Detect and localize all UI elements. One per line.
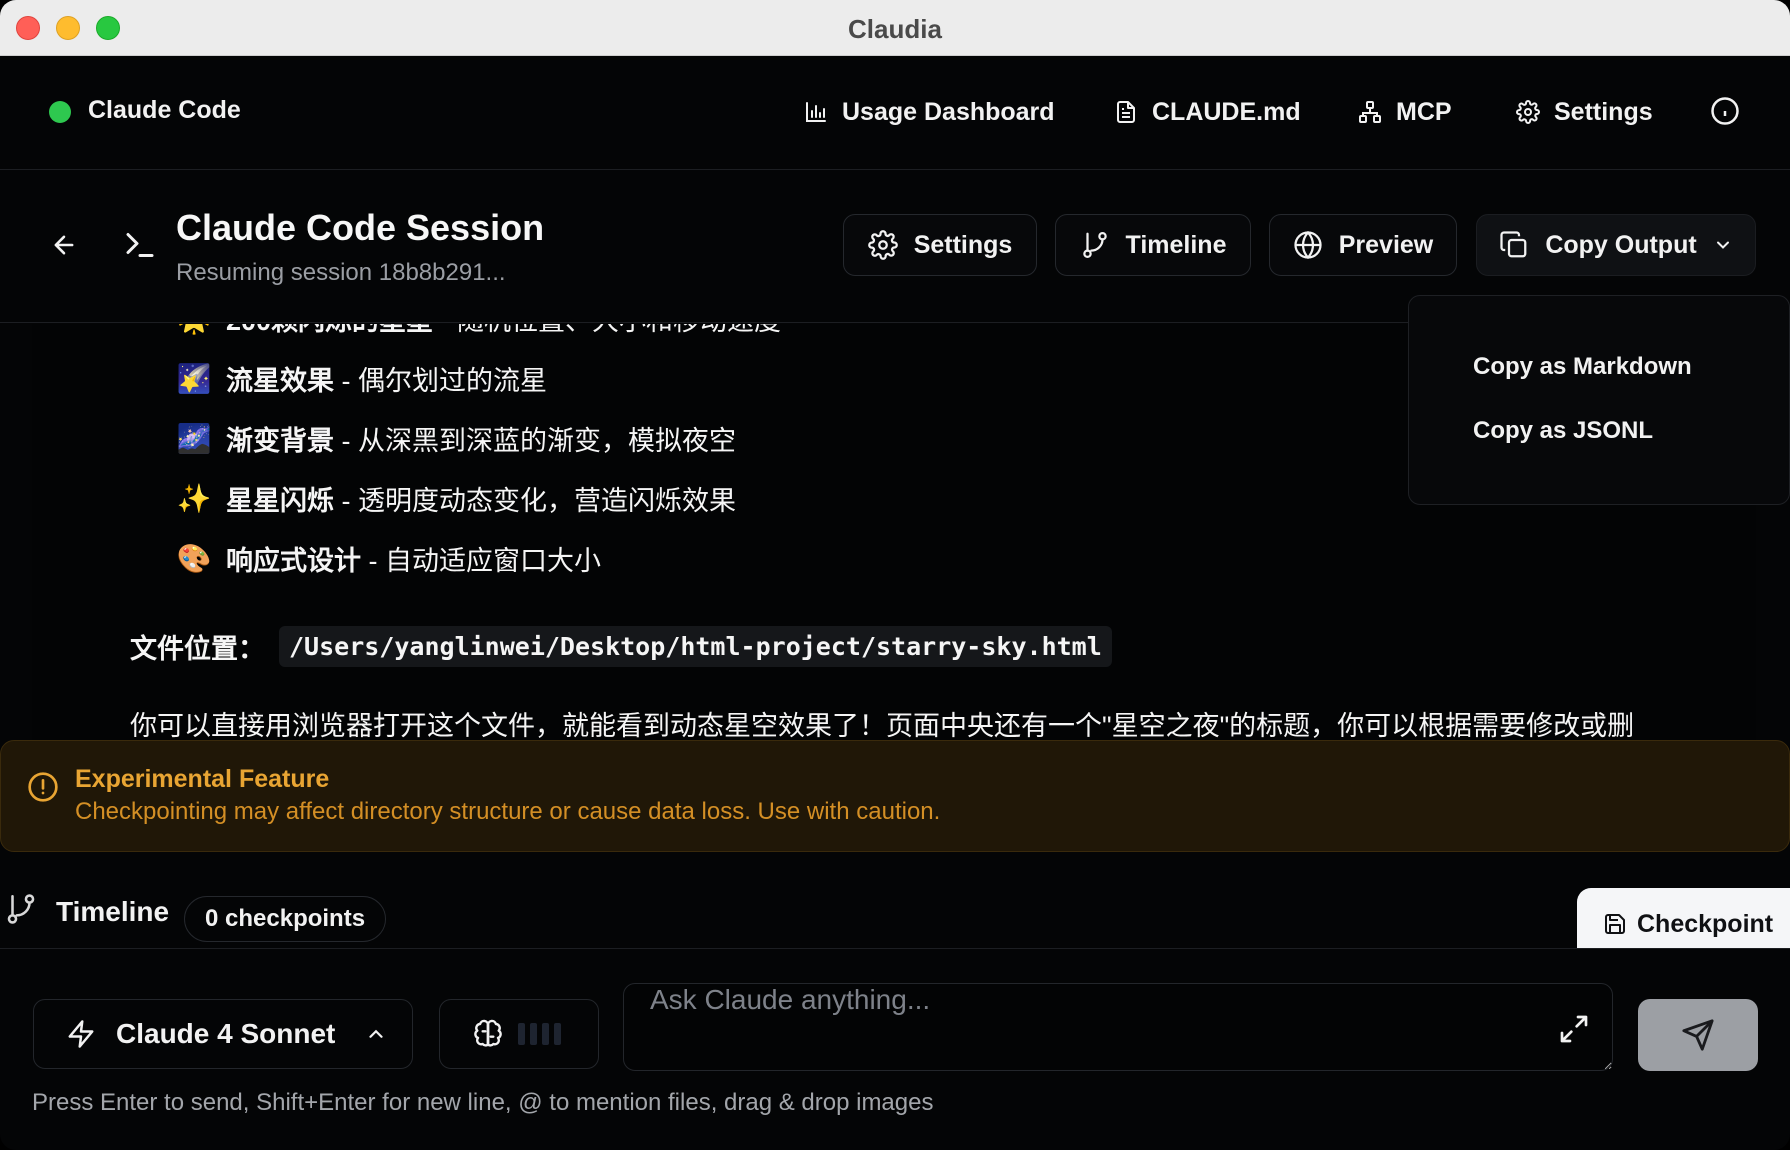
timeline-label: Timeline: [56, 896, 170, 927]
network-icon: [1359, 101, 1381, 123]
copy-as-jsonl-item[interactable]: Copy as JSONL: [1473, 417, 1653, 445]
preview-label: Preview: [1338, 230, 1434, 259]
session-settings-label: Settings: [913, 230, 1013, 259]
feature-title: 渐变背景: [226, 425, 334, 456]
feature-list: 🌟 200颗闪烁的星星 - 随机位置、大小和移动速度 🌠 流星效果 - 偶尔划过…: [176, 324, 782, 588]
bar-chart-icon: [806, 102, 826, 122]
claude-md-label: CLAUDE.md: [1152, 97, 1301, 126]
list-item: 🌟 200颗闪烁的星星 - 随机位置、大小和移动速度: [176, 324, 782, 348]
session-subtitle: Resuming session 18b8b291...: [176, 259, 506, 286]
model-selector[interactable]: Claude 4 Sonnet: [33, 999, 413, 1069]
window-title: Claudia: [848, 14, 942, 44]
send-icon: [1682, 1019, 1714, 1051]
thinking-level-bar: [518, 1023, 525, 1045]
feature-text: - 自动适应窗口大小: [361, 545, 602, 576]
maximize-icon[interactable]: [1558, 1013, 1590, 1045]
session-title: Claude Code Session: [176, 207, 545, 248]
list-item: 🌌 渐变背景 - 从深黑到深蓝的渐变，模拟夜空: [176, 408, 781, 468]
palette-icon: 🎨: [176, 542, 212, 574]
settings-nav-label: Settings: [1554, 97, 1653, 126]
zap-icon: [68, 1020, 94, 1048]
star-icon: 🌟: [176, 324, 212, 336]
app-name: Claude Code: [88, 96, 241, 124]
title-bar: Claudia: [0, 0, 1790, 56]
gear-icon: [867, 230, 898, 260]
thinking-level-bar: [554, 1023, 561, 1045]
thinking-mode-selector[interactable]: [439, 999, 599, 1069]
mcp-label: MCP: [1396, 97, 1452, 126]
feature-text: - 偶尔划过的流星: [334, 365, 548, 396]
git-branch-icon: [1082, 232, 1107, 258]
feature-text: - 从深黑到深蓝的渐变，模拟夜空: [334, 425, 737, 456]
timeline-toggle-button[interactable]: Timeline: [1055, 214, 1251, 276]
checkpoint-count-badge: 0 checkpoints: [184, 896, 387, 942]
galaxy-icon: 🌌: [176, 422, 212, 454]
brain-icon: [474, 1019, 502, 1047]
top-bar: Claude Code Usage Dashboard CLAUDE.md MC…: [0, 56, 1790, 170]
feature-text: - 透明度动态变化，营造闪烁效果: [334, 485, 737, 516]
gear-icon: [1516, 100, 1540, 124]
feature-title: 响应式设计: [226, 545, 361, 576]
feature-title: 200颗闪烁的星星: [226, 324, 433, 336]
warning-title: Experimental Feature: [75, 765, 330, 793]
warning-text: Checkpointing may affect directory struc…: [75, 798, 941, 825]
save-icon: [1605, 914, 1625, 934]
file-location-label: 文件位置：: [130, 634, 265, 664]
app-window: Claudia Claude Code Usage Dashboard CLAU…: [0, 0, 1790, 1150]
input-hint: Press Enter to send, Shift+Enter for new…: [32, 1089, 934, 1116]
copy-as-markdown-item[interactable]: Copy as Markdown: [1473, 353, 1692, 381]
thinking-level-bars: [518, 1023, 561, 1045]
timeline-toggle-label: Timeline: [1125, 230, 1227, 259]
copy-output-button[interactable]: Copy Output: [1476, 214, 1756, 276]
list-item: 🌠 流星效果 - 偶尔划过的流星: [176, 348, 781, 408]
mcp-button[interactable]: MCP: [1358, 92, 1452, 132]
copy-output-label: Copy Output: [1545, 230, 1697, 259]
message-paragraph: 你可以直接用浏览器打开这个文件，就能看到动态星空效果了！页面中央还有一个"星空之…: [130, 711, 1635, 740]
globe-icon: [1294, 230, 1322, 260]
file-text-icon: [1117, 101, 1135, 123]
chevron-down-icon: [1716, 241, 1729, 249]
feature-title: 流星效果: [226, 365, 334, 396]
git-branch-icon: [7, 894, 35, 924]
preview-button[interactable]: Preview: [1269, 214, 1457, 276]
alert-circle-icon: [28, 772, 58, 802]
thinking-level-bar: [530, 1023, 537, 1045]
file-path-code: /Users/yanglinwei/Desktop/html-project/s…: [279, 626, 1112, 667]
chevron-up-icon: [369, 1029, 383, 1038]
send-button[interactable]: [1638, 999, 1758, 1071]
copy-icon: [1500, 231, 1527, 258]
feature-title: 星星闪烁: [226, 485, 334, 516]
session-settings-button[interactable]: Settings: [843, 214, 1037, 276]
model-name: Claude 4 Sonnet: [116, 1018, 336, 1049]
list-item: 🎨 响应式设计 - 自动适应窗口大小: [176, 528, 781, 588]
usage-dashboard-label: Usage Dashboard: [842, 97, 1055, 126]
arrow-left-icon[interactable]: [50, 231, 78, 259]
prompt-input-area: Claude 4 Sonnet Press Enter to send, Shi…: [0, 948, 1790, 1150]
feature-text: - 随机位置、大小和移动速度: [433, 324, 782, 336]
timeline-header: Timeline 0 checkpoints Checkpoint: [0, 876, 1790, 960]
thinking-level-bar: [542, 1023, 549, 1045]
info-icon[interactable]: [1710, 96, 1740, 126]
list-item: ✨ 星星闪烁 - 透明度动态变化，营造闪烁效果: [176, 468, 781, 528]
terminal-icon: [126, 233, 154, 257]
sparkles-icon: ✨: [176, 482, 212, 514]
settings-nav-button[interactable]: Settings: [1516, 92, 1653, 132]
experimental-warning-banner: Experimental Feature Checkpointing may a…: [0, 740, 1790, 852]
copy-output-menu: Copy as Markdown Copy as JSONL: [1408, 295, 1790, 505]
file-location: 文件位置： /Users/yanglinwei/Desktop/html-pro…: [130, 626, 1112, 667]
usage-dashboard-button[interactable]: Usage Dashboard: [804, 92, 1055, 132]
prompt-input[interactable]: [623, 983, 1613, 1071]
claude-md-button[interactable]: CLAUDE.md: [1114, 92, 1301, 132]
checkpoint-button-label: Checkpoint: [1637, 909, 1774, 938]
status-indicator: [49, 101, 71, 123]
meteor-icon: 🌠: [176, 362, 212, 394]
